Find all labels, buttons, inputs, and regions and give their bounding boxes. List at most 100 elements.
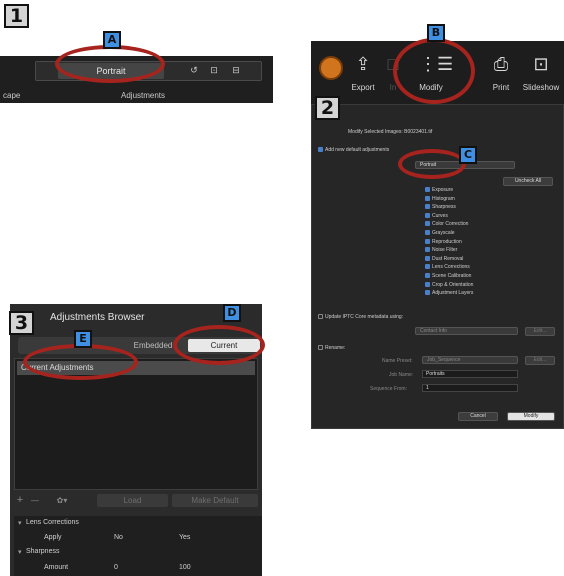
modify-icon: ⋮☰ [419,54,454,74]
import-icon: □ [387,54,399,74]
landscape-label: cape [3,91,21,100]
adjustment-label: Adjustment Layers [432,290,474,297]
adjustment-label: Curves [432,212,448,219]
print-button[interactable]: ⎙ Print [481,50,521,92]
record-icon[interactable] [319,56,343,80]
adjustment-label: Crop & Orientation [432,281,474,288]
adjustments-browser-title: Adjustments Browser [50,312,145,323]
checkbox-checked[interactable] [425,281,430,287]
adjustment-label: Noise Filter [432,247,458,254]
dialog-heading: Modify Selected Images: B0023401.tif [348,129,433,135]
checkbox-checked[interactable] [425,238,430,244]
adjustment-label: Color Correction [432,221,469,228]
adjustments-list: Current Adjustments [14,358,258,490]
checkbox-checked[interactable] [425,290,430,296]
adjustment-checkbox-row[interactable]: Dust Removal [425,255,464,262]
checkbox-checked[interactable] [425,221,430,227]
adjustments-label: Adjustments [121,91,166,100]
adjustment-checkbox-row[interactable]: Histogram [425,195,455,202]
checkbox-checked[interactable] [425,204,430,210]
adjustment-checkbox-row[interactable]: Curves [425,212,448,219]
callout-b: B [427,24,445,42]
portrait-preset-button[interactable]: Portrait [58,63,164,79]
checkbox-checked[interactable] [425,273,430,278]
name-preset-label: Name Preset: [382,358,413,364]
modify-dialog: Modify Selected Images: B0023401.tif Add… [311,104,564,429]
adjustment-label: Reproduction [432,238,462,245]
job-name-label: Job Name: [389,372,414,378]
checkbox-checked[interactable] [425,247,430,253]
list-item-current-adjustments[interactable]: Current Adjustments [17,361,255,375]
checkbox-checked[interactable] [425,230,430,235]
adjustments-mode-bar-panel: Portrait ↺ ⊡ ⊟ cape Adjustments [0,56,273,103]
rename-checkbox[interactable] [318,345,323,350]
rotate-icon[interactable]: ↺ [186,64,202,77]
name-edit-button[interactable]: Edit... [525,356,555,365]
callout-e: E [74,330,92,348]
adjustment-checkbox-row[interactable]: Exposure [425,187,453,193]
slideshow-button[interactable]: ⊡ Slideshow [521,50,561,92]
callout-a: A [103,31,121,49]
update-iptc-row[interactable]: Update IPTC Core metadata using: [318,314,403,320]
checkbox-checked[interactable] [425,255,430,261]
adjustment-label: Sharpness [432,204,456,211]
contact-info-select[interactable]: Contact Info [415,327,518,335]
uncheck-all-button[interactable]: Uncheck All [503,177,553,186]
adjustment-checkbox-row[interactable]: Color Correction [425,221,468,227]
crop-icon[interactable]: ⊡ [206,64,222,77]
checkbox-checked[interactable] [425,187,430,192]
adjustment-label: Lens Corrections [432,264,470,271]
callout-c: C [459,146,477,164]
print-icon: ⎙ [493,54,509,74]
adjustment-label: Exposure [432,187,454,193]
adjustment-checkbox-row[interactable]: Lens Corrections [425,264,470,270]
add-defaults-row[interactable]: Add new default adjustments [318,147,389,153]
adjustment-label: Dust Removal [432,255,464,262]
load-button[interactable]: Load [97,494,168,507]
adjustment-checkbox-row[interactable]: Reproduction [425,238,462,245]
adjustment-checkbox-row[interactable]: Adjustment Layers [425,290,473,296]
adjustment-checkbox-row[interactable]: Sharpness [425,204,456,210]
add-defaults-checkbox[interactable] [318,147,323,152]
export-icon: ⇪ [355,54,371,74]
import-button[interactable]: □ In [373,50,413,92]
tab-embedded[interactable]: Embedded [123,339,183,352]
modify-button[interactable]: ⋮☰ Modify [411,50,454,92]
cancel-button[interactable]: Cancel [458,412,498,421]
checkbox-checked[interactable] [425,195,430,201]
adjustment-checkbox-row[interactable]: Noise Filter [425,247,457,253]
browser-tab-bar: nf Embedded Current [18,337,262,354]
contact-edit-button[interactable]: Edit... [525,327,555,336]
adjustment-label: Grayscale [432,230,455,236]
name-preset-select[interactable]: Job_Sequence [422,356,518,364]
disclosure-lens-icon[interactable]: ▾ [18,519,22,527]
step-number-1: 1 [4,4,29,28]
lens-corrections-heading: Lens Corrections [26,519,79,526]
rename-row[interactable]: Rename: [318,345,345,351]
make-default-button[interactable]: Make Default [172,494,258,507]
tab-current[interactable]: Current [188,339,260,352]
adjustment-label: Histogram [432,195,455,202]
adjustment-label: Scene Calibration [432,273,472,279]
sequence-from-label: Sequence From: [370,386,407,392]
modify-confirm-button[interactable]: Modify [507,412,555,421]
checkbox-checked[interactable] [425,264,430,270]
adjustment-checkbox-row[interactable]: Scene Calibration [425,273,471,279]
checkbox-checked[interactable] [425,212,430,218]
apply-after-value: Yes [179,534,191,541]
amount-label: Amount [44,564,69,571]
update-iptc-checkbox[interactable] [318,314,323,319]
stack-icon[interactable]: ⊟ [228,64,244,77]
adjustment-checkbox-row[interactable]: Crop & Orientation [425,281,474,288]
sequence-from-input[interactable]: 1 [422,384,518,392]
adjustment-properties: ▾ Lens Corrections Apply No Yes ▾ Sharpn… [14,516,262,576]
slideshow-icon: ⊡ [533,54,549,74]
gear-menu-icon[interactable]: ✿▾ [50,494,74,507]
job-name-input[interactable]: Portraits [422,370,518,378]
adjustment-checkbox-row[interactable]: Grayscale [425,230,455,236]
add-button[interactable]: + [14,494,26,507]
disclosure-sharpness-icon[interactable]: ▾ [18,548,22,556]
remove-button[interactable]: — [28,494,42,507]
main-toolbar: ⇪ Export □ In ⋮☰ Modify ⎙ Print ⊡ Slides… [311,41,564,104]
apply-before-value: No [114,534,123,541]
